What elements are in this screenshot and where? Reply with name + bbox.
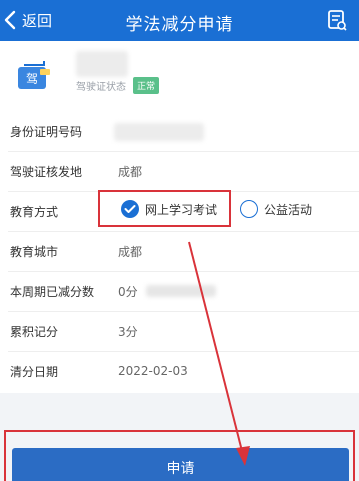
status-badge: 正常 (133, 77, 160, 94)
row-value: 成都 (118, 164, 143, 179)
row-value: 成都 (118, 244, 143, 259)
row-label: 清分日期 (10, 364, 59, 379)
status-label: 驾驶证状态 (76, 82, 126, 93)
row-label: 本周期已减分数 (10, 284, 95, 299)
radio-unchecked-icon[interactable] (240, 200, 258, 218)
option-label: 公益活动 (264, 202, 313, 217)
row-value: 3分 (118, 324, 138, 339)
document-list-icon[interactable] (327, 9, 347, 35)
option-public-welfare[interactable]: 公益活动 (240, 200, 312, 218)
row-label: 驾驶证核发地 (10, 164, 83, 179)
row-license-issuer: 驾驶证核发地 成都 (0, 151, 359, 191)
option-label: 网上学习考试 (145, 202, 218, 217)
row-accumulated-points: 累积记分 3分 (0, 311, 359, 351)
row-label: 累积记分 (10, 324, 59, 339)
row-label: 教育城市 (10, 244, 59, 259)
license-profile-card: 驾 驾驶证状态 正常 (0, 41, 359, 111)
option-online-exam[interactable]: 网上学习考试 (121, 200, 217, 218)
row-label: 教育方式 (10, 204, 59, 219)
apply-button-label: 申请 (166, 461, 195, 477)
driving-license-icon: 驾 (14, 55, 54, 95)
row-value: 2022-02-03 (118, 364, 188, 378)
row-id-number: 身份证明号码 (0, 111, 359, 151)
row-clear-date: 清分日期 2022-02-03 (0, 351, 359, 391)
row-value: 0分 (118, 284, 138, 299)
redacted-name (76, 51, 128, 77)
application-form: 身份证明号码 驾驶证核发地 成都 教育方式 网上学习考试 公益活动 教育城市 成… (0, 111, 359, 393)
redacted-id-number (114, 123, 204, 141)
redacted-note (146, 285, 216, 297)
apply-button[interactable]: 申请 (12, 448, 349, 481)
row-education-city: 教育城市 成都 (0, 231, 359, 271)
row-points-reduced: 本周期已减分数 0分 (0, 271, 359, 311)
license-badge-text: 驾 (26, 72, 38, 86)
radio-checked-icon[interactable] (121, 200, 139, 218)
row-education-method: 教育方式 网上学习考试 公益活动 (0, 191, 359, 231)
page-title: 学法减分申请 (125, 15, 234, 35)
row-label: 身份证明号码 (10, 124, 83, 139)
app-header: 返回 学法减分申请 (0, 0, 359, 41)
